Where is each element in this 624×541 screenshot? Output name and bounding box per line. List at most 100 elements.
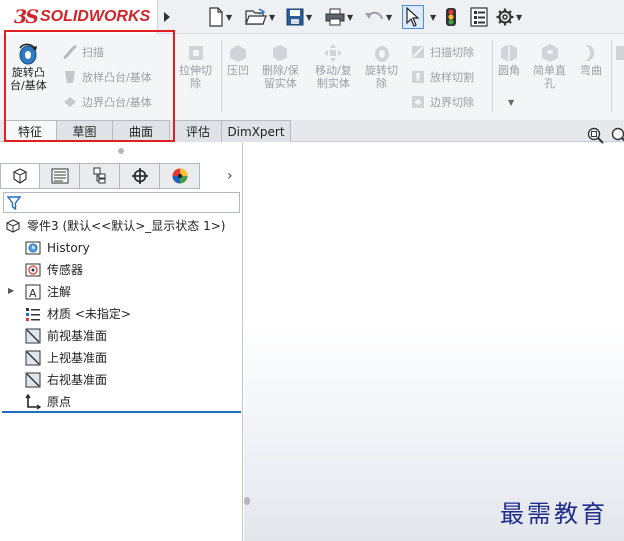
filter-icon: [7, 195, 21, 210]
delete-keep-body-button[interactable]: 删除/保 留实体: [262, 42, 299, 90]
save-button[interactable]: ▼: [286, 5, 312, 29]
tab-evaluate[interactable]: 评估: [175, 120, 222, 142]
tree-item-right-plane[interactable]: 右视基准面: [24, 369, 107, 390]
fillet-dropdown[interactable]: ▼: [508, 98, 514, 107]
loft-boss-button[interactable]: 放样凸台/基体: [62, 69, 152, 85]
fillet-label: 圆角: [498, 64, 520, 77]
separator: [221, 40, 222, 112]
chevron-down-icon[interactable]: ▼: [306, 13, 312, 22]
zoom-to-area-icon[interactable]: [610, 126, 624, 144]
swept-cut-button[interactable]: 扫描切除: [410, 44, 474, 60]
panel-resize-handle[interactable]: [244, 497, 250, 505]
gear-icon: [496, 8, 514, 26]
move-copy-body-button[interactable]: 移动/复 制实体: [315, 42, 352, 90]
tree-item-annotations[interactable]: A 注解: [24, 281, 71, 302]
chevron-down-icon[interactable]: ▼: [226, 13, 232, 22]
rebuild-button[interactable]: [445, 5, 457, 29]
open-document-button[interactable]: ▼: [245, 5, 275, 29]
graphics-area[interactable]: [244, 143, 624, 541]
tree-item-history[interactable]: History: [24, 237, 90, 258]
chevron-down-icon[interactable]: ▼: [269, 13, 275, 22]
chevron-down-icon[interactable]: ▼: [347, 13, 353, 22]
tab-configuration-manager[interactable]: [80, 163, 120, 189]
simple-hole-icon: [541, 44, 558, 62]
sensor-icon: [24, 261, 42, 279]
filter-bar[interactable]: [3, 192, 240, 213]
tab-feature-manager[interactable]: [0, 163, 40, 189]
command-manager: 旋转凸 台/基体 扫描 放样凸台/基体 边界凸台/基体 拉伸切 除 压凹 删除/…: [0, 34, 624, 120]
chevron-down-icon[interactable]: ▼: [386, 13, 392, 22]
simple-hole-label: 简单直 孔: [533, 64, 566, 90]
delete-body-icon: [273, 45, 288, 61]
bend-button[interactable]: 弯曲: [580, 42, 602, 77]
boundary-boss-button[interactable]: 边界凸台/基体: [62, 94, 152, 110]
logo-solid-text: SOLID: [39, 8, 89, 25]
sweep-icon: [63, 44, 77, 60]
panel-tabs-more-icon[interactable]: ›: [227, 168, 233, 184]
new-document-button[interactable]: ▼: [208, 5, 232, 29]
material-icon: [24, 305, 42, 323]
tab-features[interactable]: 特征: [4, 120, 57, 142]
tree-item-origin[interactable]: 原点: [24, 391, 71, 412]
sweep-button[interactable]: 扫描: [62, 44, 104, 60]
swept-cut-icon: [412, 46, 424, 58]
revolve-cut-label: 旋转切 除: [365, 64, 398, 90]
revolve-cut-button[interactable]: 旋转切 除: [365, 42, 398, 90]
chevron-down-icon[interactable]: ▼: [508, 98, 514, 107]
chevron-down-icon[interactable]: ▼: [516, 13, 522, 22]
rollback-bar[interactable]: [2, 411, 241, 413]
save-icon: [286, 8, 304, 26]
heads-up-view-toolbar: [586, 126, 624, 144]
boundary-boss-label: 边界凸台/基体: [82, 96, 152, 109]
select-button[interactable]: [402, 5, 424, 29]
tree-item-top-plane[interactable]: 上视基准面: [24, 347, 107, 368]
file-properties-button[interactable]: [470, 5, 488, 29]
new-icon: [209, 7, 223, 27]
tab-surfaces[interactable]: 曲面: [113, 120, 170, 142]
extrude-cut-button[interactable]: 拉伸切 除: [179, 42, 212, 90]
options-button[interactable]: ▼: [496, 5, 522, 29]
simple-hole-button[interactable]: 简单直 孔: [533, 42, 566, 90]
plane-icon: [24, 327, 42, 345]
menu-expand-arrow-icon[interactable]: [160, 8, 174, 26]
print-button[interactable]: ▼: [325, 5, 353, 29]
tab-sketch[interactable]: 草图: [57, 120, 113, 142]
tab-display-manager[interactable]: [160, 163, 200, 189]
lofted-cut-button[interactable]: 放样切割: [410, 69, 474, 85]
tree-item-label: 右视基准面: [47, 373, 108, 387]
tree-item-front-plane[interactable]: 前视基准面: [24, 325, 107, 346]
separator: [611, 40, 612, 112]
more-features-button[interactable]: [615, 42, 624, 64]
undo-button[interactable]: ▼: [364, 5, 392, 29]
boundary-boss-icon: [64, 97, 76, 107]
loft-boss-icon: [65, 71, 75, 83]
expand-annotations-icon[interactable]: ▶: [8, 286, 14, 295]
tab-dimxpert-manager[interactable]: [120, 163, 160, 189]
title-bar: 3S SOLID WORKS ▼ ▼ ▼ ▼ ▼ ▼ ▼: [0, 0, 624, 34]
zoom-to-fit-icon[interactable]: [586, 126, 604, 144]
solidworks-logo[interactable]: 3S SOLID WORKS: [0, 0, 158, 34]
select-dropdown[interactable]: ▼: [428, 5, 436, 29]
tree-root-part[interactable]: 零件3 (默认<<默认>_显示状态 1>): [4, 215, 225, 236]
watermark-text: 最需教育: [500, 500, 608, 528]
tree-item-sensors[interactable]: 传感器: [24, 259, 83, 280]
tab-dimxpert[interactable]: DimXpert: [222, 120, 291, 142]
chevron-down-icon[interactable]: ▼: [430, 13, 436, 22]
origin-icon: [24, 393, 42, 411]
indent-button[interactable]: 压凹: [227, 42, 249, 77]
fillet-button[interactable]: 圆角: [498, 42, 520, 77]
configuration-manager-icon: [93, 167, 105, 184]
revolve-boss-button[interactable]: 旋转凸 台/基体: [10, 42, 47, 92]
extrude-cut-icon: [188, 46, 203, 60]
boundary-cut-button[interactable]: 边界切除: [410, 94, 474, 110]
file-properties-icon: [470, 7, 488, 27]
tree-item-material[interactable]: 材质 <未指定>: [24, 303, 131, 324]
display-manager-icon: [172, 168, 187, 184]
panel-splitter-handle[interactable]: [118, 148, 124, 154]
open-icon: [245, 8, 267, 25]
bend-icon: [585, 45, 595, 61]
annotation-icon: A: [24, 283, 42, 301]
tab-property-manager[interactable]: [40, 163, 80, 189]
property-manager-icon: [51, 168, 68, 184]
indent-label: 压凹: [227, 64, 249, 77]
